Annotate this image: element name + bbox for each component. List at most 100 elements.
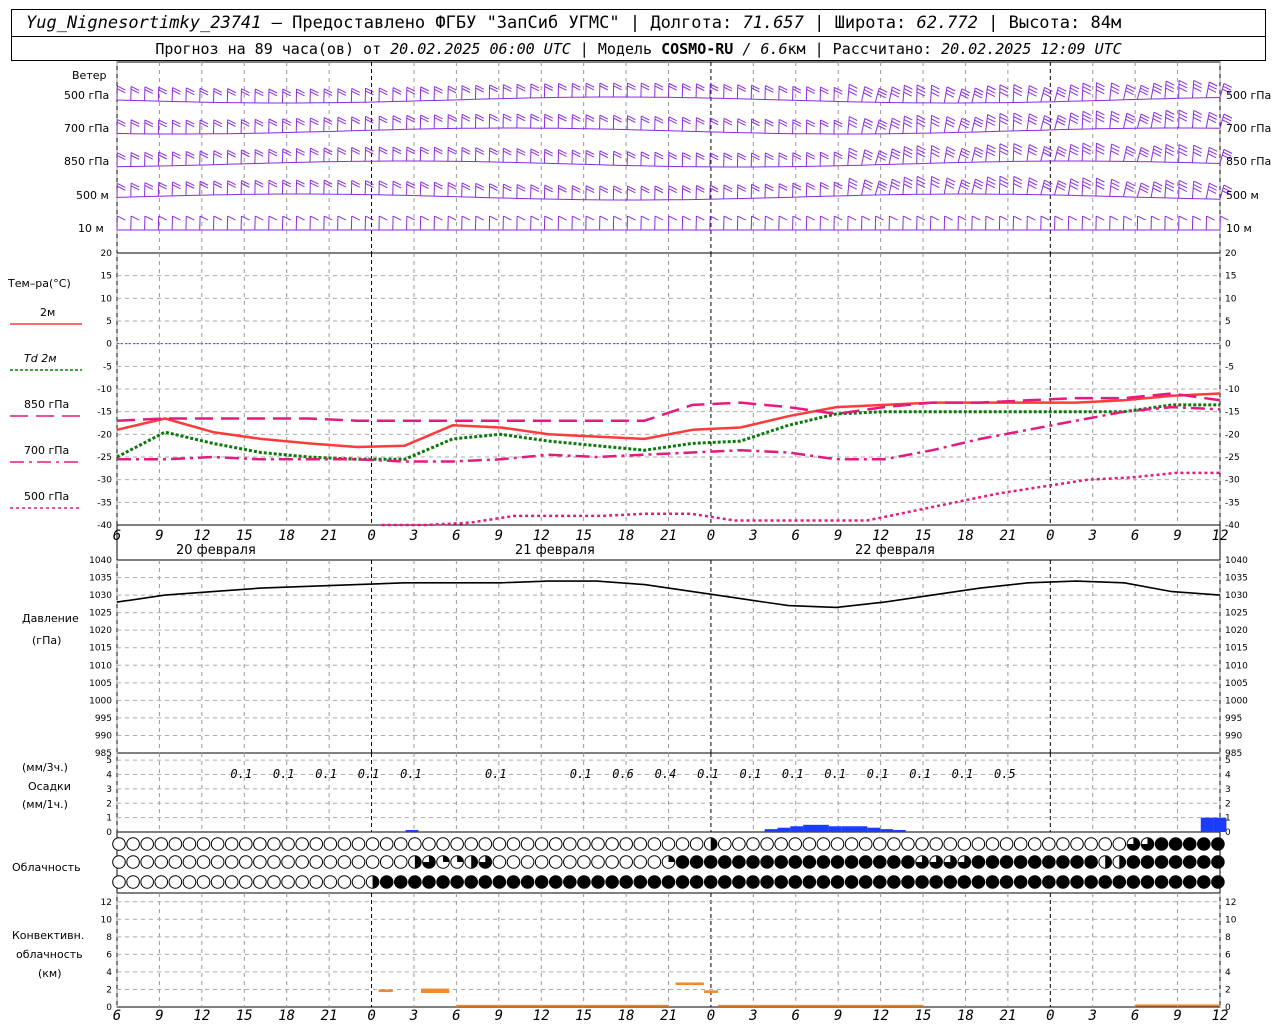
wind-feather <box>891 151 900 157</box>
wind-feather <box>1165 80 1175 86</box>
y-tick-label: -10 <box>1225 385 1240 395</box>
convective-unit: (км) <box>38 967 62 980</box>
cloud-cover-circle <box>929 837 943 851</box>
cloud-cover-circle <box>718 837 732 851</box>
wind-feather <box>892 86 901 92</box>
wind-feather <box>1082 149 1091 155</box>
wind-feather <box>1178 87 1188 93</box>
cloud-cover-fill <box>605 875 619 889</box>
wind-feather <box>392 215 402 221</box>
wind-barb <box>1191 110 1195 129</box>
x-tick-label: 6 <box>113 528 121 544</box>
wind-feather <box>1208 185 1217 191</box>
wind-feather <box>1165 113 1175 119</box>
cloud-cover-fill <box>493 875 506 889</box>
cloud-cover-fill <box>710 837 718 851</box>
cloud-cover-fill <box>1098 875 1112 889</box>
wind-barb <box>1150 181 1155 198</box>
cloud-cover-circle <box>774 837 788 851</box>
y-tick-label: 15 <box>101 272 112 282</box>
wind-barb <box>1054 87 1059 102</box>
convective-bar <box>703 990 718 993</box>
wind-feather <box>848 181 858 187</box>
x-tick-label: 21 <box>321 528 338 544</box>
wind-feather <box>1028 88 1038 94</box>
wind-feather <box>1096 215 1105 221</box>
x-tick-label: 3 <box>409 1008 418 1024</box>
cloud-cover-circle <box>999 837 1014 851</box>
cloud-cover-circle <box>196 837 211 851</box>
wind-feather <box>654 215 664 221</box>
wind-feather <box>1125 115 1135 121</box>
cloud-cover-circle <box>140 837 154 851</box>
wind-feather <box>916 88 926 93</box>
y-tick-label: -10 <box>97 385 112 395</box>
wind-barb <box>1164 110 1167 129</box>
cloud-cover-fill <box>718 855 732 869</box>
y-tick-label: -5 <box>103 362 112 372</box>
cloud-cover-circle <box>168 837 183 851</box>
wind-feather <box>613 215 622 221</box>
y-tick-label: 1025 <box>89 609 112 619</box>
wind-feather <box>986 151 996 157</box>
convective-title-2: облачность <box>16 948 83 961</box>
wind-barb <box>1122 113 1128 129</box>
cloud-cover-circle <box>436 837 450 851</box>
cloud-cover-circle <box>351 837 366 851</box>
wind-feather <box>864 149 873 155</box>
wind-barb <box>1095 178 1097 197</box>
cloud-cover-circle <box>182 837 197 851</box>
wind-feather <box>130 215 140 221</box>
wind-feather <box>1110 185 1120 191</box>
wind-feather <box>999 116 1009 122</box>
y-tick-label: 1035 <box>1225 574 1248 584</box>
x-tick-label: 6 <box>113 1008 121 1024</box>
wind-feather <box>1164 215 1174 221</box>
cloud-cover-circle <box>393 855 408 869</box>
wind-barb <box>1191 181 1195 199</box>
cloud-cover-fill <box>704 855 718 869</box>
wind-feather <box>1082 215 1091 221</box>
wind-feather <box>1070 112 1080 118</box>
wind-feather <box>863 155 872 161</box>
cloud-cover-circle <box>309 855 324 869</box>
wind-barb <box>957 148 963 163</box>
cloud-cover-fill <box>549 875 563 889</box>
precip-bar <box>1200 817 1214 832</box>
meteogram-chart: 6699121215151818212100336699121215151818… <box>7 61 1271 1024</box>
y-tick-label: 20 <box>101 249 113 259</box>
wind-barb <box>1205 147 1210 164</box>
cloud-cover-circle <box>872 837 887 851</box>
wind-feather <box>572 215 581 221</box>
wind-level-label-right: 500 гПа <box>1226 89 1271 102</box>
cloud-cover-fill <box>591 875 605 889</box>
x-tick-label: 0 <box>707 528 715 544</box>
precip-bar <box>880 829 893 832</box>
y-tick-label: 4 <box>106 968 112 978</box>
wind-feather <box>1070 87 1079 93</box>
cloud-cover-fill <box>1042 875 1056 889</box>
wind-barb <box>1026 85 1030 103</box>
wind-feather <box>751 215 760 221</box>
wind-level-label: 500 гПа <box>64 89 109 102</box>
wind-feather <box>903 88 913 94</box>
cloud-cover-fill <box>774 875 788 889</box>
wind-feather <box>1220 215 1229 221</box>
cloud-cover-fill <box>1197 855 1211 869</box>
wind-feather <box>945 122 955 128</box>
cloud-cover-fill <box>817 875 830 889</box>
cloud-cover-circle <box>408 837 422 851</box>
cloud-cover-fill <box>1211 837 1225 851</box>
precip-3h-label: 0.1 <box>358 767 380 781</box>
cloud-cover-circle <box>379 855 394 869</box>
wind-feather <box>1029 85 1038 90</box>
wind-feather <box>916 148 926 154</box>
wind-level-label-right: 500 м <box>1226 189 1259 202</box>
wind-feather <box>1193 151 1202 157</box>
wind-feather <box>1153 82 1163 88</box>
wind-feather <box>1029 113 1038 119</box>
cloud-cover-circle <box>760 837 774 851</box>
cloud-cover-circle <box>196 855 211 869</box>
wind-title: Ветер <box>72 69 106 82</box>
cloud-cover-circle <box>492 855 507 869</box>
